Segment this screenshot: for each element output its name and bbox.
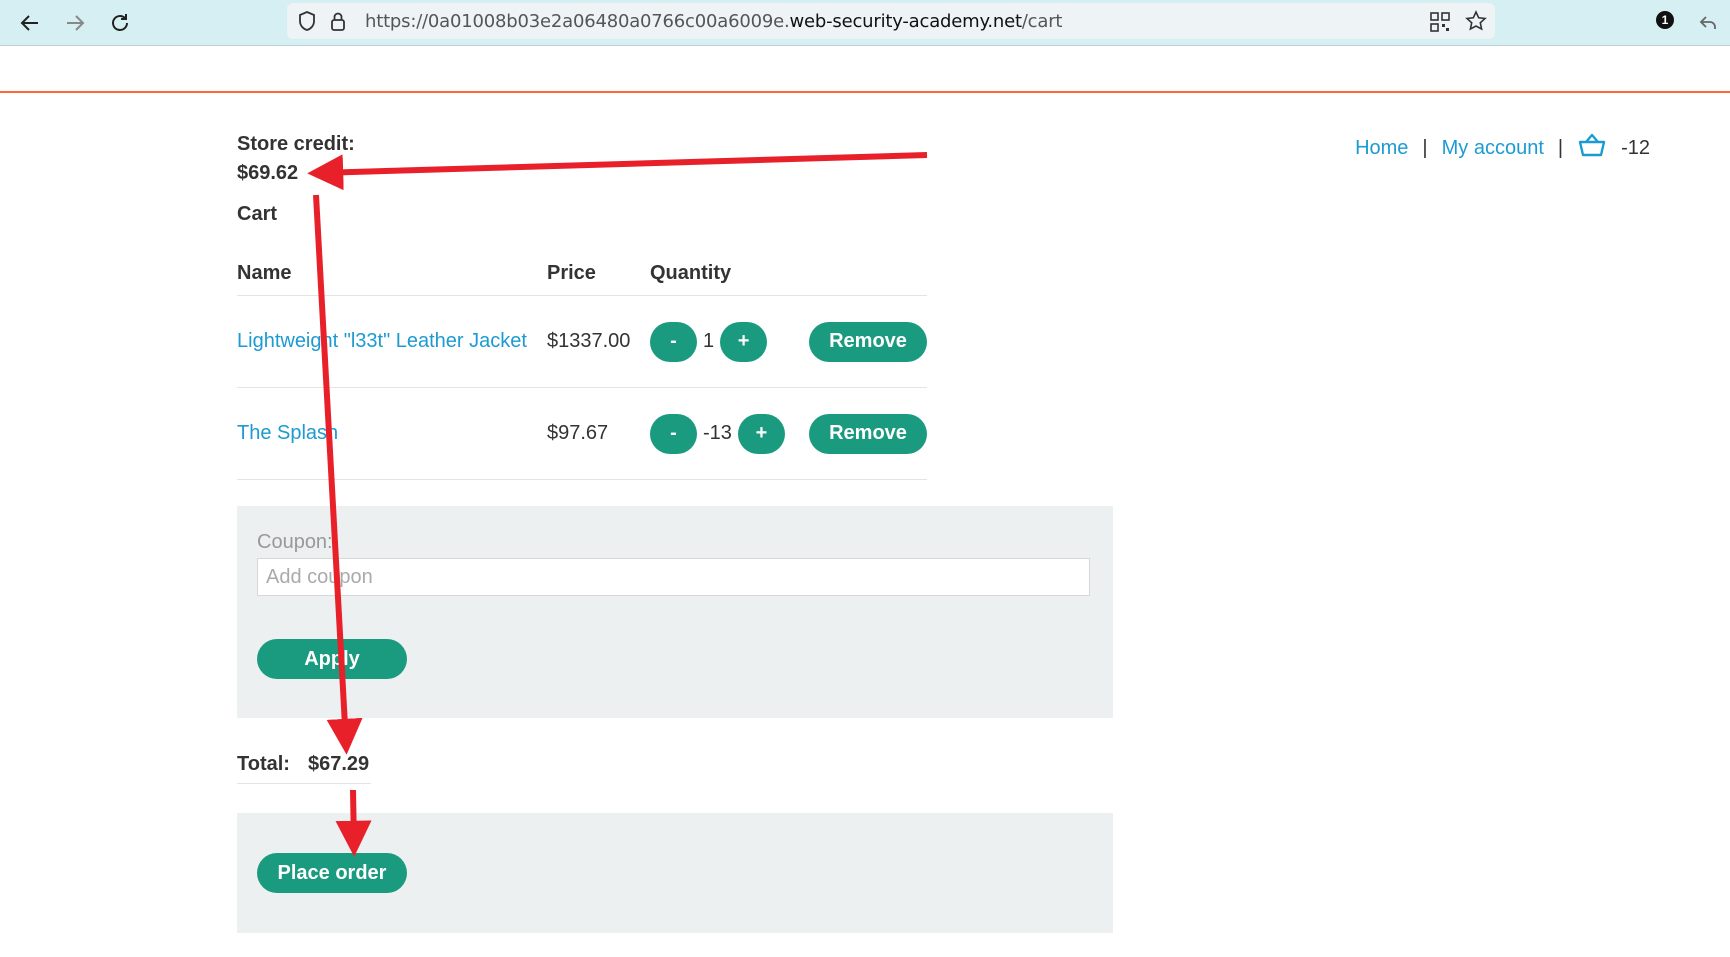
store-credit-label: Store credit:: [237, 133, 355, 155]
remove-button[interactable]: Remove: [809, 413, 927, 454]
quantity-value: -13: [703, 422, 732, 444]
nav-separator: |: [1557, 136, 1564, 159]
increment-button[interactable]: +: [737, 413, 785, 454]
nav-my-account-link[interactable]: My account: [1442, 137, 1544, 160]
cart-title: Cart: [237, 203, 278, 225]
table-header-row: Name Price Quantity: [237, 254, 927, 296]
coupon-panel: Coupon: Apply: [237, 506, 1113, 718]
product-price: $97.67: [547, 387, 650, 480]
url-text[interactable]: https://0a01008b03e2a06480a0766c00a6009e…: [365, 11, 1062, 32]
increment-button[interactable]: +: [720, 321, 768, 362]
browser-toolbar: https://0a01008b03e2a06480a0766c00a6009e…: [0, 0, 1730, 46]
annotation-arrow-to-credit: [307, 152, 928, 191]
column-header-quantity: Quantity: [650, 254, 807, 296]
forward-arrow-icon[interactable]: [60, 8, 90, 38]
remove-button[interactable]: Remove: [809, 321, 927, 362]
reload-icon[interactable]: [105, 8, 135, 38]
lock-icon[interactable]: [329, 10, 347, 37]
cart-table: Name Price Quantity Lightweight "l33t" L…: [237, 254, 927, 480]
column-header-price: Price: [547, 254, 650, 296]
back-arrow-icon[interactable]: [15, 8, 45, 38]
nav-home-link[interactable]: Home: [1355, 137, 1408, 160]
decrement-button[interactable]: -: [650, 413, 697, 454]
quantity-value: 1: [703, 330, 715, 352]
cart-count: -12: [1621, 136, 1650, 159]
share-icon[interactable]: [1693, 8, 1723, 38]
quantity-stepper: - 1 +: [650, 321, 807, 362]
address-bar[interactable]: https://0a01008b03e2a06480a0766c00a6009e…: [287, 3, 1495, 39]
header-accent-line: [0, 91, 1730, 93]
store-credit-value: $69.62: [237, 162, 299, 184]
total-label: Total:: [237, 753, 290, 775]
product-link[interactable]: Lightweight "l33t" Leather Jacket: [237, 330, 527, 352]
notification-badge-icon[interactable]: 1: [1656, 11, 1674, 29]
star-icon[interactable]: [1465, 10, 1487, 37]
basket-icon[interactable]: [1577, 132, 1607, 164]
column-header-name: Name: [237, 254, 547, 296]
place-order-panel: Place order: [237, 813, 1113, 933]
total-row: Total: $67.29: [237, 753, 371, 784]
total-value: $67.29: [307, 753, 370, 775]
coupon-input[interactable]: [257, 558, 1090, 596]
shield-icon[interactable]: [297, 10, 317, 37]
qr-code-icon[interactable]: [1430, 12, 1450, 37]
coupon-label: Coupon:: [257, 531, 333, 553]
nav-separator: |: [1422, 136, 1428, 159]
product-price: $1337.00: [547, 295, 650, 388]
decrement-button[interactable]: -: [650, 321, 697, 362]
quantity-stepper: - -13 +: [650, 413, 807, 454]
apply-coupon-button[interactable]: Apply: [257, 639, 407, 679]
table-row: Lightweight "l33t" Leather Jacket $1337.…: [237, 295, 927, 388]
column-header-actions: [807, 254, 927, 296]
top-nav: Home | My account | -12: [1355, 132, 1650, 164]
place-order-button[interactable]: Place order: [257, 853, 407, 893]
product-link[interactable]: The Splash: [237, 422, 338, 444]
table-row: The Splash $97.67 - -13 + Remove: [237, 387, 927, 480]
